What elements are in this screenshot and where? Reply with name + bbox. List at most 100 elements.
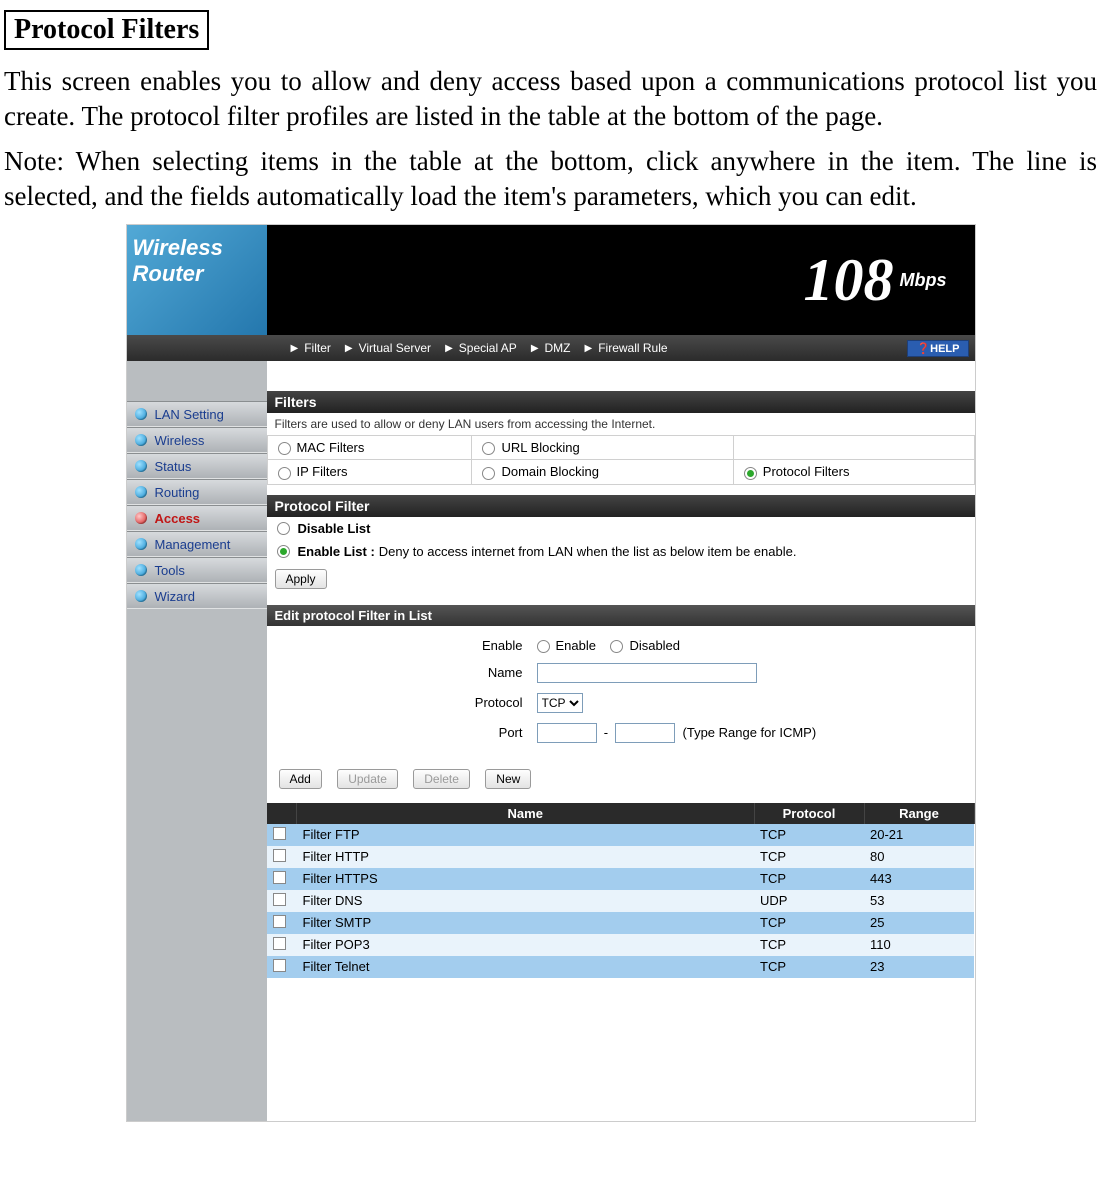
cell-name: Filter DNS (297, 890, 755, 912)
protocol-label: Protocol (269, 689, 529, 717)
content-pane: Filters Filters are used to allow or den… (267, 361, 975, 1121)
radio-icon[interactable] (278, 442, 291, 455)
name-input[interactable] (537, 663, 757, 683)
radio-icon[interactable] (744, 467, 757, 480)
nav-virtual-server[interactable]: Virtual Server (359, 341, 431, 355)
sidebar-item-management[interactable]: Management (127, 531, 267, 557)
chevron-right-icon: ▶ (531, 343, 539, 354)
page-title: Protocol Filters (4, 10, 209, 50)
row-checkbox[interactable] (273, 849, 286, 862)
apply-button[interactable]: Apply (275, 569, 327, 589)
section-filters-title: Filters (267, 391, 975, 413)
cell-name: Filter FTP (297, 824, 755, 846)
delete-button[interactable]: Delete (413, 769, 470, 789)
radio-icon[interactable] (482, 442, 495, 455)
speed-number: 108 (804, 250, 894, 310)
chevron-right-icon: ▶ (291, 343, 299, 354)
nav-firewall-rule[interactable]: Firewall Rule (598, 341, 667, 355)
port-label: Port (269, 719, 529, 747)
cell-name: Filter HTTP (297, 846, 755, 868)
filter-opt-url[interactable]: URL Blocking (472, 436, 733, 460)
help-button[interactable]: ❓HELP (907, 340, 968, 357)
filter-opt-domain[interactable]: Domain Blocking (472, 460, 733, 484)
row-checkbox[interactable] (273, 915, 286, 928)
disable-list-row[interactable]: Disable List (267, 517, 975, 540)
cell-range: 110 (864, 934, 974, 956)
filter-type-grid: MAC Filters URL Blocking IP Filters Doma… (267, 435, 975, 484)
cell-name: Filter Telnet (297, 956, 755, 978)
cell-protocol: UDP (754, 890, 864, 912)
cell-protocol: TCP (754, 956, 864, 978)
cell-range: 25 (864, 912, 974, 934)
radio-icon[interactable] (278, 467, 291, 480)
table-row[interactable]: Filter SMTPTCP25 (267, 912, 975, 934)
intro-paragraph-1: This screen enables you to allow and den… (4, 64, 1097, 134)
port-hint: (Type Range for ICMP) (683, 725, 817, 740)
protocol-select[interactable]: TCP (537, 693, 583, 713)
cell-protocol: TCP (754, 868, 864, 890)
th-range: Range (864, 803, 974, 824)
sidebar-item-tools[interactable]: Tools (127, 557, 267, 583)
row-checkbox[interactable] (273, 893, 286, 906)
row-checkbox[interactable] (273, 959, 286, 972)
protocol-filter-table: Name Protocol Range Filter FTPTCP20-21 F… (267, 803, 975, 978)
port-from-input[interactable] (537, 723, 597, 743)
sidebar-item-status[interactable]: Status (127, 453, 267, 479)
section-filters-desc: Filters are used to allow or deny LAN us… (267, 413, 975, 435)
sidebar-item-label: Wireless (155, 433, 205, 448)
bullet-icon (135, 564, 147, 576)
sidebar-item-wizard[interactable]: Wizard (127, 583, 267, 609)
table-row[interactable]: Filter POP3TCP110 (267, 934, 975, 956)
enable-radio[interactable] (537, 640, 550, 653)
brand-line1: Wireless (133, 235, 261, 261)
bullet-icon (135, 460, 147, 472)
update-button[interactable]: Update (337, 769, 398, 789)
sidebar-item-label: Wizard (155, 589, 195, 604)
table-row[interactable]: Filter HTTPTCP80 (267, 846, 975, 868)
nav-filter[interactable]: Filter (304, 341, 331, 355)
top-nav: ▶ Filter ▶ Virtual Server ▶ Special AP ▶… (127, 335, 975, 361)
row-checkbox[interactable] (273, 937, 286, 950)
enable-list-row[interactable]: Enable List : Deny to access internet fr… (267, 540, 975, 563)
row-checkbox[interactable] (273, 827, 286, 840)
sidebar-item-wireless[interactable]: Wireless (127, 427, 267, 453)
filter-opt-mac[interactable]: MAC Filters (267, 436, 472, 460)
filter-opt-ip[interactable]: IP Filters (267, 460, 472, 484)
brand-line2: Router (133, 261, 261, 287)
port-to-input[interactable] (615, 723, 675, 743)
enable-list-desc: Deny to access internet from LAN when th… (379, 544, 797, 559)
sidebar-item-routing[interactable]: Routing (127, 479, 267, 505)
sidebar-item-label: Management (155, 537, 231, 552)
radio-icon[interactable] (277, 545, 290, 558)
cell-range: 20-21 (864, 824, 974, 846)
table-row[interactable]: Filter FTPTCP20-21 (267, 824, 975, 846)
cell-range: 23 (864, 956, 974, 978)
nav-special-ap[interactable]: Special AP (459, 341, 517, 355)
sidebar-item-access[interactable]: Access (127, 505, 267, 531)
radio-icon[interactable] (277, 522, 290, 535)
opt-label: IP Filters (297, 464, 348, 479)
section-protocol-title: Protocol Filter (267, 495, 975, 517)
bullet-icon (135, 434, 147, 446)
disabled-radio[interactable] (610, 640, 623, 653)
enable-label: Enable (269, 634, 529, 657)
table-row[interactable]: Filter HTTPSTCP443 (267, 868, 975, 890)
new-button[interactable]: New (485, 769, 531, 789)
cell-name: Filter SMTP (297, 912, 755, 934)
sidebar-item-lan-setting[interactable]: LAN Setting (127, 401, 267, 427)
sidebar: LAN Setting Wireless Status Routing Acce… (127, 361, 267, 1121)
row-checkbox[interactable] (273, 871, 286, 884)
add-button[interactable]: Add (279, 769, 322, 789)
th-name: Name (297, 803, 755, 824)
edit-form: Enable Enable Disabled Name Protocol (267, 632, 825, 749)
table-row[interactable]: Filter DNSUDP53 (267, 890, 975, 912)
radio-icon[interactable] (482, 467, 495, 480)
table-row[interactable]: Filter TelnetTCP23 (267, 956, 975, 978)
cell-range: 53 (864, 890, 974, 912)
cell-name: Filter HTTPS (297, 868, 755, 890)
enable-list-label: Enable List : (298, 544, 375, 559)
chevron-right-icon: ▶ (345, 343, 353, 354)
nav-dmz[interactable]: DMZ (545, 341, 571, 355)
filter-opt-protocol[interactable]: Protocol Filters (733, 460, 974, 484)
banner-right: 108 Mbps (267, 225, 975, 335)
